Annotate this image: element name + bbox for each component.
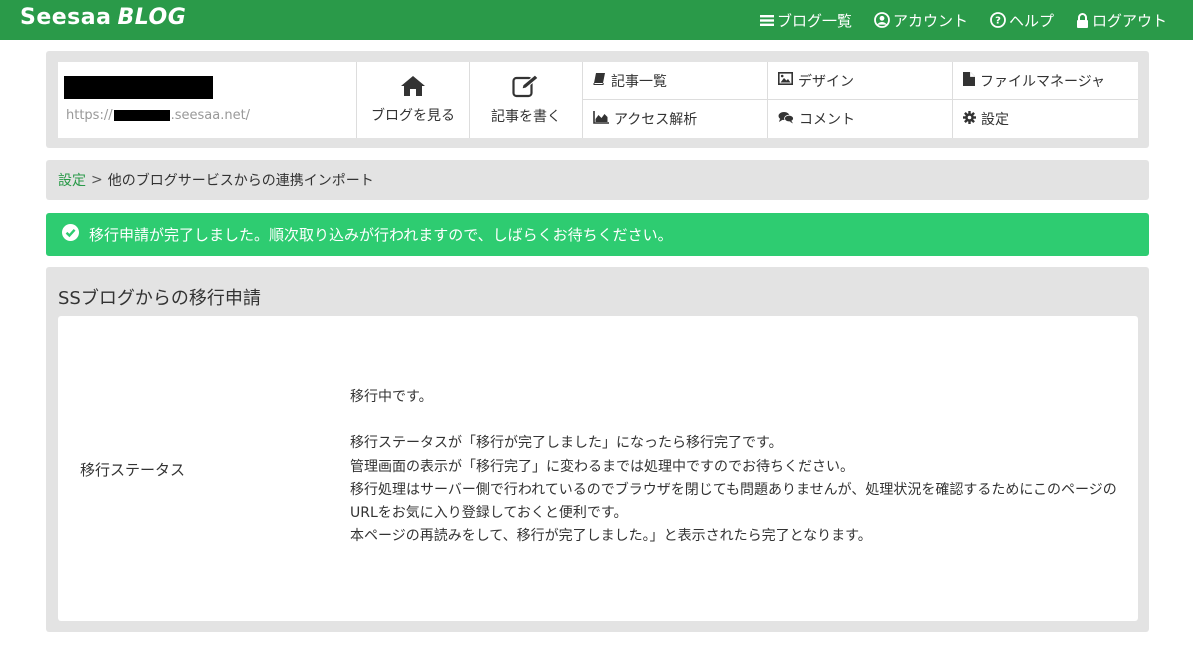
question-circle-icon: ? [990,12,1006,28]
menu-design[interactable]: デザイン [768,62,953,100]
user-circle-icon [874,12,890,28]
status-line-complete-condition: 移行ステータスが「移行が完了しました」になったら移行完了です。 [350,435,783,452]
view-blog-label: ブログを見る [371,108,455,124]
top-navbar: Seesaa BLOG ブログ一覧 アカウント ? ヘルプ ログアウト [0,0,1193,40]
status-label: 移行ステータス [80,461,186,479]
blog-info: https:// .seesaa.net/ [58,62,357,138]
menu-post-list[interactable]: 記事一覧 [583,62,768,100]
menu-access-analytics-label: アクセス解析 [614,112,698,128]
image-icon [778,72,793,89]
nav-blog-list[interactable]: ブログ一覧 [759,10,852,31]
breadcrumb: 設定 > 他のブログサービスからの連携インポート [46,160,1149,200]
migration-section: SSブログからの移行申請 移行ステータス 移行中です。 移行ステータスが「移行が… [46,267,1149,632]
check-circle-icon [62,224,79,245]
menu-file-manager-label: ファイルマネージャ [980,73,1106,90]
status-line-reload-tip: 本ページの再読みをして、移行が完了しました。」と表示されたら完了となります。 [350,528,872,545]
nav-blog-list-label: ブログ一覧 [776,11,852,30]
nav-logout-label: ログアウト [1091,11,1167,30]
lock-icon [1076,12,1089,28]
menu-settings[interactable]: 設定 [953,100,1138,138]
nav-account-label: アカウント [892,11,968,30]
breadcrumb-settings-link[interactable]: 設定 [58,170,86,190]
breadcrumb-separator: > [91,172,103,188]
nav-help-label: ヘルプ [1008,11,1054,30]
nav-account[interactable]: アカウント [874,10,968,31]
write-post-button[interactable]: 記事を書く [470,62,583,138]
blog-management-panel: https:// .seesaa.net/ ブログを見る 記事を書く 記事一覧 デ… [46,51,1149,148]
status-line-current: 移行中です。 [350,389,433,405]
status-description: 移行中です。 移行ステータスが「移行が完了しました」になったら移行完了です。 管… [350,386,1120,549]
section-title: SSブログからの移行申請 [58,288,261,309]
menu-design-label: デザイン [798,73,854,90]
status-line-wait-notice: 管理画面の表示が「移行完了」に変わるまでは処理中ですのでお待ちください。 [350,458,854,475]
panel-inner: https:// .seesaa.net/ ブログを見る 記事を書く 記事一覧 デ… [58,62,1138,138]
file-icon [963,71,975,90]
logo-sub-text: BLOG [117,5,187,30]
logo-main-text: Seesaa [20,5,112,30]
svg-text:?: ? [995,16,1001,27]
comments-icon [778,111,794,128]
breadcrumb-current: 他のブログサービスからの連携インポート [107,173,374,189]
seesaa-blog-logo[interactable]: Seesaa BLOG [20,5,186,30]
success-alert: 移行申請が完了しました。順次取り込みが行われますので、しばらくお待ちください。 [46,213,1149,256]
home-icon [400,75,426,101]
write-post-label: 記事を書く [491,109,561,125]
list-icon [759,14,774,27]
view-blog-button[interactable]: ブログを見る [357,62,470,138]
menu-post-list-label: 記事一覧 [611,73,667,90]
blog-url-suffix: .seesaa.net/ [170,108,251,123]
menu-access-analytics[interactable]: アクセス解析 [583,100,768,138]
menu-comments[interactable]: コメント [768,100,953,138]
migration-status-card: 移行ステータス 移行中です。 移行ステータスが「移行が完了しました」になったら移… [58,316,1138,621]
menu-settings-label: 設定 [981,112,1009,128]
alert-message: 移行申請が完了しました。順次取り込みが行われますので、しばらくお待ちください。 [89,226,673,244]
menu-grid: 記事一覧 デザイン ファイルマネージャ アクセス解析 コメント 設定 [583,62,1138,138]
status-gap [350,409,1120,432]
status-line-bookmark-tip: 移行処理はサーバー側で行われているのでブラウザを閉じても問題ありませんが、処理状… [350,481,1117,522]
blog-name-redacted[interactable] [64,76,213,99]
menu-file-manager[interactable]: ファイルマネージャ [953,62,1138,100]
menu-comments-label: コメント [799,112,855,128]
book-icon [593,72,606,89]
edit-icon [512,74,540,102]
nav-help[interactable]: ? ヘルプ [990,10,1054,31]
gear-icon [963,110,976,128]
top-nav-menu: ブログ一覧 アカウント ? ヘルプ ログアウト [759,0,1167,40]
blog-url-prefix: https:// [66,108,113,123]
nav-logout[interactable]: ログアウト [1076,10,1167,31]
blog-url[interactable]: https:// .seesaa.net/ [66,108,250,123]
area-chart-icon [593,110,609,128]
blog-url-redacted [113,110,170,121]
